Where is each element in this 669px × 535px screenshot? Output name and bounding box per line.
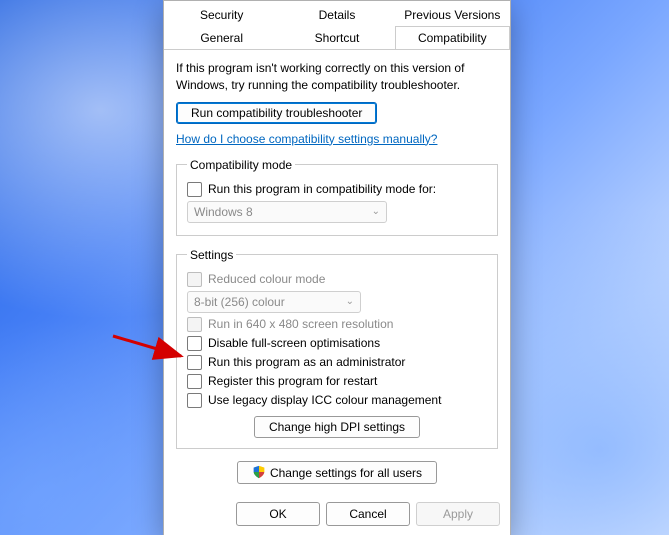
properties-dialog: Security Details Previous Versions Gener… xyxy=(163,0,511,535)
dialog-button-bar: OK Cancel Apply xyxy=(164,492,510,535)
reduced-colour-checkbox[interactable] xyxy=(187,272,202,287)
shield-icon xyxy=(252,465,266,479)
reduced-colour-label: Reduced colour mode xyxy=(208,272,325,286)
tab-general[interactable]: General xyxy=(164,26,279,49)
change-high-dpi-button[interactable]: Change high DPI settings xyxy=(254,416,420,438)
register-restart-label: Register this program for restart xyxy=(208,374,377,388)
tab-previous-versions[interactable]: Previous Versions xyxy=(395,3,510,26)
chevron-down-icon: ⌄ xyxy=(346,296,354,307)
settings-legend: Settings xyxy=(187,248,236,262)
reduced-colour-select-value: 8-bit (256) colour xyxy=(194,295,285,309)
run-troubleshooter-button[interactable]: Run compatibility troubleshooter xyxy=(176,102,377,124)
run-as-admin-checkbox[interactable] xyxy=(187,355,202,370)
change-all-users-label: Change settings for all users xyxy=(270,466,422,480)
register-restart-checkbox[interactable] xyxy=(187,374,202,389)
compat-mode-select-value: Windows 8 xyxy=(194,205,253,219)
compatibility-mode-legend: Compatibility mode xyxy=(187,158,295,172)
compat-mode-select[interactable]: Windows 8 ⌄ xyxy=(187,201,387,223)
tab-shortcut[interactable]: Shortcut xyxy=(279,26,394,49)
cancel-button[interactable]: Cancel xyxy=(326,502,410,526)
apply-button[interactable]: Apply xyxy=(416,502,500,526)
tab-compatibility[interactable]: Compatibility xyxy=(395,26,510,49)
run-640-label: Run in 640 x 480 screen resolution xyxy=(208,317,393,331)
help-link[interactable]: How do I choose compatibility settings m… xyxy=(176,132,437,146)
compat-mode-label: Run this program in compatibility mode f… xyxy=(208,182,436,196)
compatibility-mode-group: Compatibility mode Run this program in c… xyxy=(176,158,498,236)
legacy-icc-label: Use legacy display ICC colour management xyxy=(208,393,441,407)
run-as-admin-label: Run this program as an administrator xyxy=(208,355,405,369)
legacy-icc-checkbox[interactable] xyxy=(187,393,202,408)
change-all-users-button[interactable]: Change settings for all users xyxy=(237,461,437,484)
disable-fullscreen-label: Disable full-screen optimisations xyxy=(208,336,380,350)
tab-panel-compatibility: If this program isn't working correctly … xyxy=(164,50,510,484)
chevron-down-icon: ⌄ xyxy=(372,206,380,217)
intro-text: If this program isn't working correctly … xyxy=(176,60,498,94)
tab-security[interactable]: Security xyxy=(164,3,279,26)
ok-button[interactable]: OK xyxy=(236,502,320,526)
tab-details[interactable]: Details xyxy=(279,3,394,26)
run-640-checkbox[interactable] xyxy=(187,317,202,332)
settings-group: Settings Reduced colour mode 8-bit (256)… xyxy=(176,248,498,449)
disable-fullscreen-checkbox[interactable] xyxy=(187,336,202,351)
reduced-colour-select[interactable]: 8-bit (256) colour ⌄ xyxy=(187,291,361,313)
tabs: Security Details Previous Versions Gener… xyxy=(164,1,510,50)
compat-mode-checkbox[interactable] xyxy=(187,182,202,197)
